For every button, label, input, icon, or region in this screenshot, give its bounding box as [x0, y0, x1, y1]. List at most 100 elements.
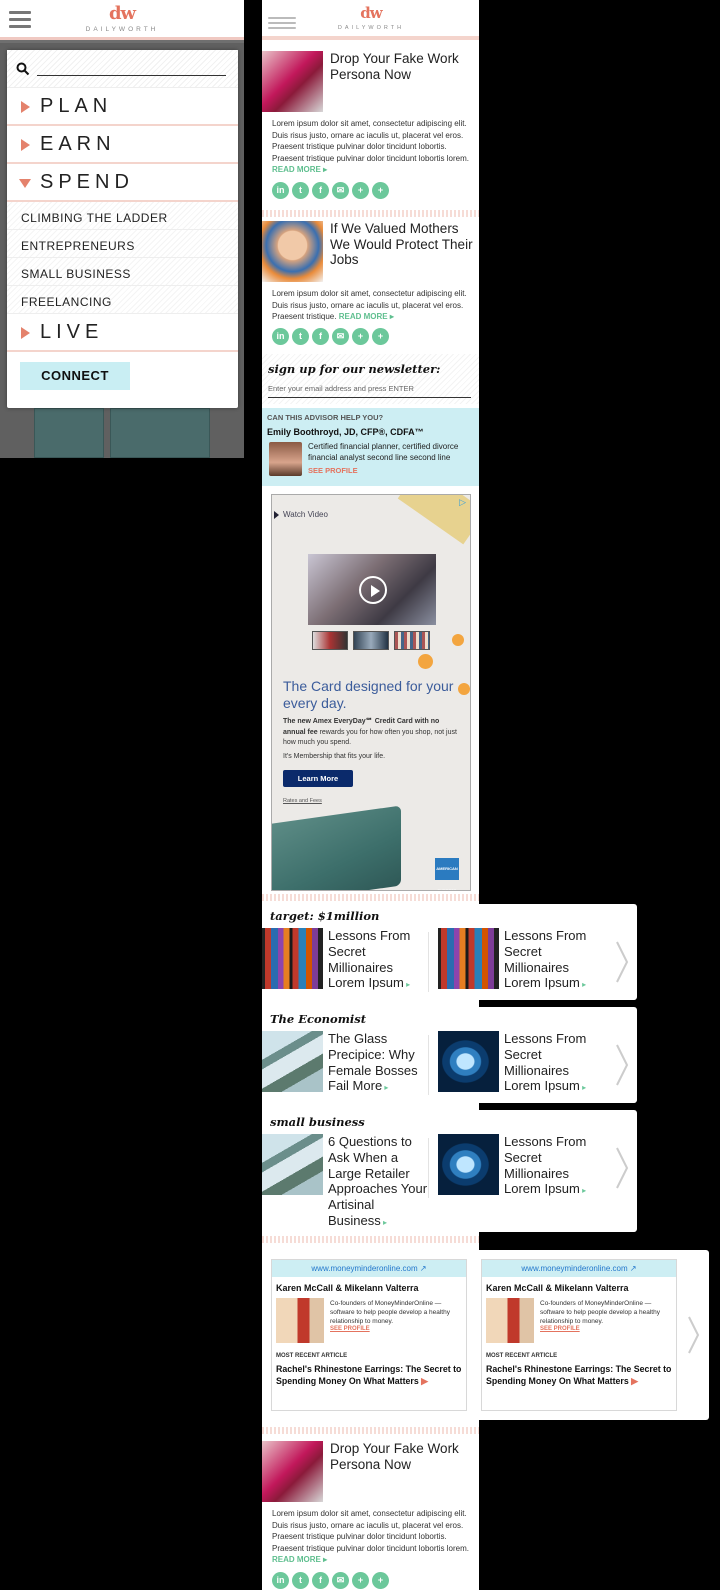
chevron-right-icon[interactable]	[615, 940, 629, 984]
social-share-bar: in t f ✉ + +	[272, 1572, 402, 1590]
article-thumbnail[interactable]	[262, 51, 323, 112]
video-thumbnail[interactable]	[312, 631, 348, 650]
menu-item-earn[interactable]: EARN	[7, 126, 238, 164]
chevron-right-icon[interactable]	[687, 1313, 701, 1357]
plus-icon[interactable]: +	[352, 182, 369, 199]
advisor-avatar[interactable]	[269, 442, 302, 476]
article-title[interactable]: Drop Your Fake Work Persona Now	[330, 1441, 475, 1472]
email-icon[interactable]: ✉	[332, 328, 349, 345]
chevron-right-icon[interactable]	[615, 1146, 629, 1190]
see-profile-link[interactable]: SEE PROFILE	[540, 1326, 580, 1332]
carousel-item[interactable]: 6 Questions to Ask When a Large Retailer…	[262, 1134, 432, 1234]
linkedin-icon[interactable]: in	[272, 182, 289, 199]
site-header: dw DAILYWORTH	[262, 0, 479, 40]
partner-card[interactable]: www.moneyminderonline.com ↗ Karen McCall…	[271, 1259, 467, 1411]
partner-photo[interactable]	[276, 1298, 324, 1343]
recent-article-title[interactable]: Rachel's Rhinestone Earrings: The Secret…	[276, 1364, 464, 1387]
rates-and-fees-link[interactable]: Rates and Fees	[283, 798, 322, 804]
see-profile-link[interactable]: SEE PROFILE	[330, 1326, 370, 1332]
submenu-item-entrepreneurs[interactable]: ENTREPRENEURS	[7, 230, 238, 258]
carousel-item-title[interactable]: Lessons From Secret Millionaires Lorem I…	[504, 1134, 604, 1199]
caret-right-icon	[21, 327, 30, 339]
article-title[interactable]: Drop Your Fake Work Persona Now	[330, 51, 475, 82]
submenu-item-freelancing[interactable]: FREELANCING	[7, 286, 238, 314]
play-icon[interactable]	[359, 576, 387, 604]
video-player[interactable]	[308, 554, 436, 625]
adchoices-icon[interactable]: ▷	[459, 497, 466, 508]
video-thumbnail[interactable]	[394, 631, 430, 650]
logo[interactable]: dw	[97, 3, 147, 24]
advertisement[interactable]: ▷ Watch Video The Card designed for your…	[271, 494, 471, 891]
email-input[interactable]: Enter your email address and press ENTER	[268, 384, 471, 398]
carousel-item[interactable]: The Glass Precipice: Why Female Bosses F…	[262, 1031, 432, 1111]
carousel-item[interactable]: Lessons From Secret Millionaires Lorem I…	[438, 1134, 608, 1214]
article-thumbnail[interactable]	[262, 221, 323, 282]
learn-more-button[interactable]: Learn More	[283, 770, 353, 787]
twitter-icon[interactable]: t	[292, 1572, 309, 1589]
carousel-item[interactable]: Lessons From Secret Millionaires Lorem I…	[438, 928, 608, 1008]
carousel-item[interactable]: Lessons From Secret Millionaires Lorem I…	[438, 1031, 608, 1111]
plus-icon[interactable]: +	[352, 1572, 369, 1589]
partner-names[interactable]: Karen McCall & Mikelann Valterra	[486, 1283, 629, 1293]
article-title[interactable]: If We Valued Mothers We Would Protect Th…	[330, 221, 475, 268]
carousel-item-title[interactable]: The Glass Precipice: Why Female Bosses F…	[328, 1031, 428, 1096]
carousel-thumbnail[interactable]	[438, 1134, 499, 1195]
menu-item-live[interactable]: LIVE	[7, 314, 238, 352]
submenu-item-small-business[interactable]: SMALL BUSINESS	[7, 258, 238, 286]
read-more-link[interactable]: READ MORE ▸	[272, 165, 327, 174]
chevron-right-icon[interactable]	[615, 1043, 629, 1087]
carousel-item-title[interactable]: Lessons From Secret Millionaires Lorem I…	[504, 928, 604, 993]
search-bar[interactable]	[7, 50, 238, 88]
partner-names[interactable]: Karen McCall & Mikelann Valterra	[276, 1283, 419, 1293]
facebook-icon[interactable]: f	[312, 328, 329, 345]
carousel-thumbnail[interactable]	[438, 928, 499, 989]
item-divider	[428, 1138, 429, 1198]
see-profile-link[interactable]: SEE PROFILE	[308, 466, 358, 475]
advisor-name[interactable]: Emily Boothroyd, JD, CFP®, CDFA™	[267, 427, 424, 437]
carousel-item-title[interactable]: 6 Questions to Ask When a Large Retailer…	[328, 1134, 428, 1231]
add-icon[interactable]: +	[372, 182, 389, 199]
carousel-item-title[interactable]: Lessons From Secret Millionaires Lorem I…	[504, 1031, 604, 1096]
submenu-item-climbing-the-ladder[interactable]: CLIMBING THE LADDER	[7, 202, 238, 230]
hamburger-menu-icon[interactable]	[9, 11, 31, 32]
search-icon[interactable]	[16, 62, 30, 76]
connect-button[interactable]: CONNECT	[20, 362, 130, 390]
search-input[interactable]	[37, 75, 226, 76]
carousel-thumbnail[interactable]	[262, 1134, 323, 1195]
partner-photo[interactable]	[486, 1298, 534, 1343]
partner-url[interactable]: www.moneyminderonline.com ↗	[482, 1260, 676, 1277]
watch-video-link[interactable]: Watch Video	[274, 510, 328, 519]
carousel-thumbnail[interactable]	[262, 928, 323, 989]
twitter-icon[interactable]: t	[292, 328, 309, 345]
recent-article-title[interactable]: Rachel's Rhinestone Earrings: The Secret…	[486, 1364, 674, 1387]
menu-item-plan[interactable]: PLAN	[7, 88, 238, 126]
plus-icon[interactable]: +	[352, 328, 369, 345]
read-more-link[interactable]: READ MORE ▸	[339, 312, 394, 321]
article-thumbnail[interactable]	[262, 1441, 323, 1502]
menu-item-spend[interactable]: SPEND	[7, 164, 238, 202]
email-icon[interactable]: ✉	[332, 1572, 349, 1589]
menu-item-label: LIVE	[40, 321, 104, 343]
social-share-bar: in t f ✉ + +	[272, 182, 402, 200]
carousel-thumbnail[interactable]	[262, 1031, 323, 1092]
linkedin-icon[interactable]: in	[272, 1572, 289, 1589]
add-icon[interactable]: +	[372, 1572, 389, 1589]
linkedin-icon[interactable]: in	[272, 328, 289, 345]
carousel-thumbnail[interactable]	[438, 1031, 499, 1092]
video-thumbnail[interactable]	[353, 631, 389, 650]
hamburger-menu-icon[interactable]	[268, 17, 296, 33]
menu-item-label: SPEND	[40, 171, 134, 193]
read-more-link[interactable]: READ MORE ▸	[272, 1555, 327, 1564]
carousel-item[interactable]: Lessons From Secret Millionaires Lorem I…	[262, 928, 432, 1008]
email-icon[interactable]: ✉	[332, 182, 349, 199]
partner-url[interactable]: www.moneyminderonline.com ↗	[272, 1260, 466, 1277]
facebook-icon[interactable]: f	[312, 1572, 329, 1589]
external-link-icon: ↗	[419, 1264, 427, 1273]
carousel-item-title[interactable]: Lessons From Secret Millionaires Lorem I…	[328, 928, 428, 993]
logo[interactable]: dw	[346, 4, 396, 22]
add-icon[interactable]: +	[372, 328, 389, 345]
facebook-icon[interactable]: f	[312, 182, 329, 199]
twitter-icon[interactable]: t	[292, 182, 309, 199]
partner-card[interactable]: www.moneyminderonline.com ↗ Karen McCall…	[481, 1259, 677, 1411]
partner-carousel: www.moneyminderonline.com ↗ Karen McCall…	[262, 1250, 709, 1420]
